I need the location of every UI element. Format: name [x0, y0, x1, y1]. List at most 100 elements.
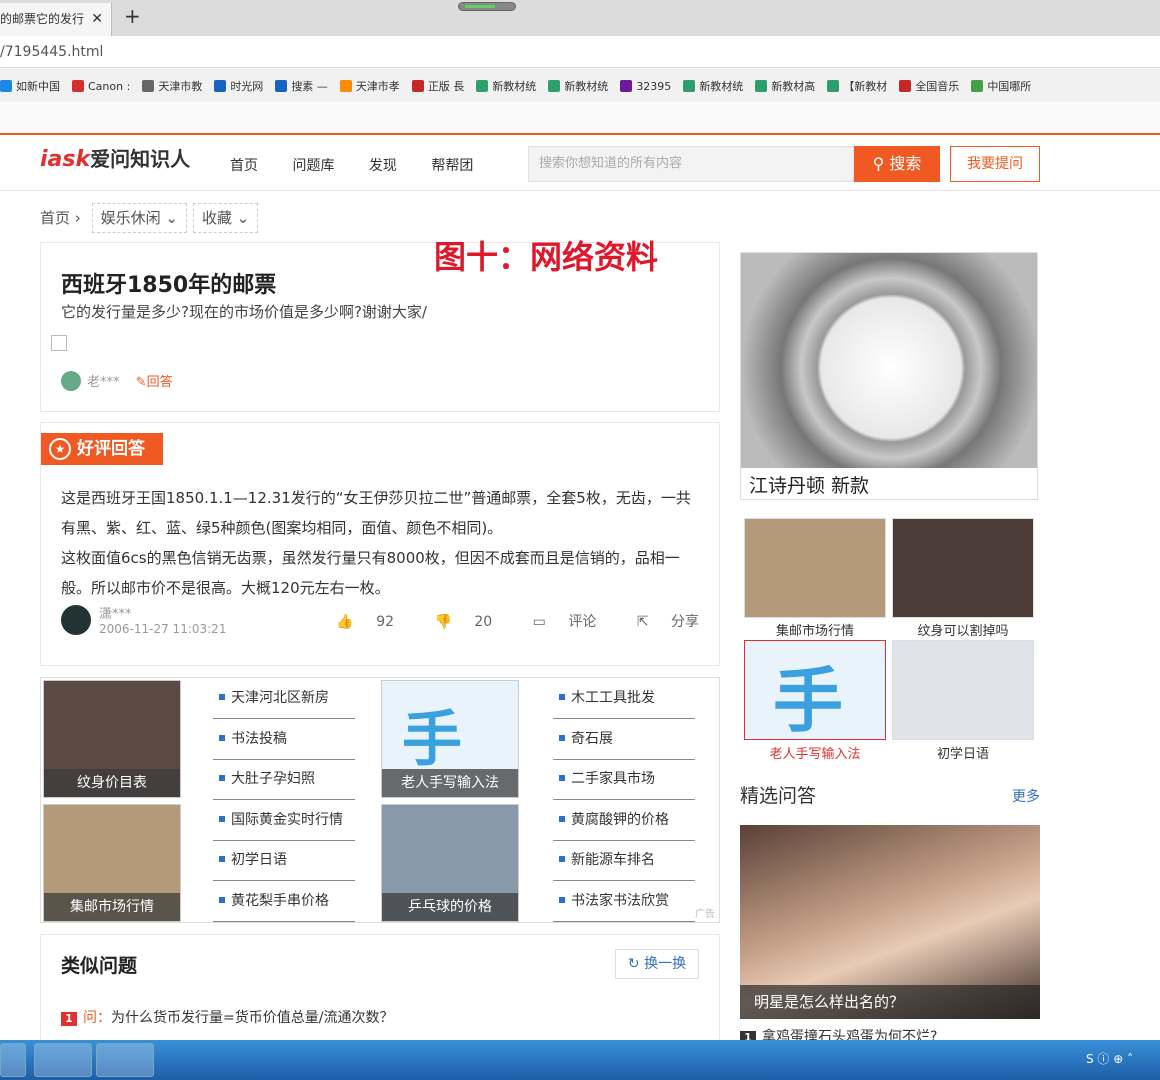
ad-link[interactable]: 书法家书法欣赏 — [553, 881, 695, 922]
bookmark-item[interactable]: 中国哪所 — [971, 72, 1031, 102]
chevron-right-icon: › — [74, 209, 81, 227]
answer-link[interactable]: ✎回答 — [136, 375, 173, 390]
similar-question-item[interactable]: 1 问：为什么货币发行量=货币价值总量/流通次数？ — [61, 1007, 393, 1027]
bookmark-icon — [0, 80, 12, 92]
ad-tag: 广告 — [695, 909, 715, 920]
bookmark-icon — [548, 80, 561, 92]
ad-link[interactable]: 书法投稿 — [213, 719, 355, 760]
nav-home[interactable]: 首页 — [230, 158, 258, 174]
bookmark-item[interactable]: 正版 長 — [411, 72, 464, 102]
sidebar-thumb[interactable] — [744, 518, 886, 618]
ad-link[interactable]: 国际黄金实时行情 — [213, 800, 355, 841]
ad-thumb[interactable]: 手老人手写输入法 — [381, 680, 519, 798]
ad-link[interactable]: 二手家具市场 — [553, 759, 695, 800]
bookmark-item[interactable]: 天津市孝 — [339, 72, 400, 102]
address-bar[interactable]: /7195445.html — [0, 36, 1160, 68]
close-tab-icon[interactable]: ✕ — [91, 3, 103, 36]
answer-paragraph: 这枚面值6cs的黑色信销无齿票，虽然发行量只有8000枚，但因不成套而且是信销的… — [61, 549, 680, 597]
featured-image[interactable]: 明星是怎么样出名的？ — [740, 825, 1040, 1019]
url-text: /7195445.html — [0, 44, 104, 60]
bookmark-item[interactable]: 时光网 — [214, 72, 263, 102]
sidebar-caption[interactable]: 纹身可以割掉吗 — [892, 620, 1034, 639]
avatar[interactable] — [61, 371, 81, 391]
pencil-icon: ✎ — [135, 375, 147, 390]
bookmark-item[interactable]: 新教材统 — [548, 72, 608, 102]
comment-button[interactable]: ▭ 评论 — [515, 614, 597, 630]
ad-link[interactable]: 黄腐酸钾的价格 — [553, 800, 695, 841]
search-input[interactable]: 搜索你想知道的所有内容 — [528, 146, 854, 182]
bookmark-icon — [755, 80, 768, 92]
sidebar-caption[interactable]: 初学日语 — [892, 743, 1034, 762]
ad-link[interactable]: 天津河北区新房 — [213, 678, 355, 719]
featured-caption: 明星是怎么样出名的？ — [740, 985, 1040, 1019]
bookmark-item[interactable]: 32395 — [620, 72, 671, 102]
chevron-down-icon: ⌄ — [236, 209, 250, 227]
ad-link[interactable]: 大肚子孕妇照 — [213, 759, 355, 800]
ad-link[interactable]: 新能源车排名 — [553, 840, 695, 881]
best-answer-badge: ★ 好评回答 — [41, 433, 163, 465]
ad-thumb[interactable]: 乒乓球的价格 — [381, 804, 519, 922]
bookmark-item[interactable]: 搜素 — — [275, 72, 328, 102]
browser-tab[interactable]: 的邮票它的发行 ✕ — [0, 3, 112, 36]
ad-link[interactable]: 奇石展 — [553, 719, 695, 760]
ad-link[interactable]: 初学日语 — [213, 840, 355, 881]
nav-discover[interactable]: 发现 — [369, 158, 397, 174]
answer-paragraph: 这是西班牙王国1850.1.1—12.31发行的“女王伊莎贝拉二世”普通邮票，全… — [61, 489, 691, 537]
broken-image-icon — [51, 335, 67, 351]
answer-actions: 👍 92 👎 20 ▭ 评论 ⇱ 分享 — [300, 611, 699, 631]
hand-logo: 手 — [402, 705, 462, 775]
nav-question-library[interactable]: 问题库 — [292, 158, 334, 174]
sidebar-caption[interactable]: 集邮市场行情 — [744, 620, 886, 639]
watch-caption: 江诗丹顿 新款 — [749, 475, 870, 497]
bookmark-item[interactable]: 天津市教 — [142, 72, 202, 102]
question-meta: 老*** ✎回答 — [61, 371, 173, 391]
bookmark-icon — [827, 80, 840, 92]
share-button[interactable]: ⇱ 分享 — [619, 614, 699, 630]
explorer-taskbar-icon[interactable] — [34, 1043, 92, 1077]
bookmark-item[interactable]: 如新中国 — [0, 72, 60, 102]
bookmark-item[interactable]: 新教材统 — [476, 72, 536, 102]
sidebar-thumb[interactable] — [892, 518, 1034, 618]
bookmark-item[interactable]: 全国音乐 — [899, 72, 959, 102]
sidebar-thumb[interactable] — [892, 640, 1034, 740]
site-logo[interactable]: iask爱问知识人 — [40, 143, 190, 172]
like-button[interactable]: 👍 92 — [318, 614, 394, 630]
bookmark-item[interactable]: 新教材统 — [683, 72, 743, 102]
watch-ad[interactable]: 江诗丹顿 新款 — [740, 252, 1038, 500]
bookmark-icon — [683, 80, 696, 92]
bookmark-item[interactable]: 【新教材 — [827, 72, 887, 102]
question-title: 西班牙1850年的邮票 — [61, 273, 277, 298]
start-button[interactable] — [0, 1043, 26, 1077]
more-link[interactable]: 更多 — [1012, 786, 1040, 806]
bookmark-icon — [72, 80, 84, 92]
bookmark-item[interactable]: 新教材高 — [755, 72, 815, 102]
browser-taskbar-icon[interactable] — [96, 1043, 154, 1077]
favorite-dropdown[interactable]: 收藏 ⌄ — [192, 203, 259, 233]
best-answer-panel: ★ 好评回答 这是西班牙王国1850.1.1—12.31发行的“女王伊莎贝拉二世”… — [40, 422, 720, 666]
breadcrumb-category[interactable]: 娱乐休闲 ⌄ — [91, 203, 187, 233]
search-icon: ⚲ — [872, 154, 890, 173]
loading-indicator — [458, 2, 516, 11]
search-button[interactable]: ⚲ 搜索 — [854, 146, 940, 182]
ad-thumb[interactable]: 纹身价目表 — [43, 680, 181, 798]
sidebar-thumb[interactable]: 手 — [744, 640, 886, 740]
refresh-button[interactable]: ↻ 换一换 — [615, 949, 699, 979]
ask-question-button[interactable]: 我要提问 — [950, 146, 1040, 182]
ad-thumb[interactable]: 集邮市场行情 — [43, 804, 181, 922]
breadcrumb: 首页 › 娱乐休闲 ⌄ 收藏 ⌄ — [40, 203, 259, 233]
asker-name[interactable]: 老*** — [87, 375, 120, 390]
dislike-button[interactable]: 👎 20 — [417, 614, 493, 630]
ad-link[interactable]: 黄花梨手串价格 — [213, 881, 355, 922]
system-tray[interactable]: S ⓘ ⊕ ˄ — [1086, 1050, 1133, 1067]
answerer-name[interactable]: 潇*** — [99, 603, 226, 622]
breadcrumb-home[interactable]: 首页 — [40, 209, 70, 227]
bookmark-icon — [620, 80, 633, 92]
new-tab-button[interactable]: + — [124, 4, 141, 28]
bookmark-icon — [142, 80, 155, 92]
tab-title: 的邮票它的发行 — [0, 12, 85, 26]
bookmark-item[interactable]: Canon : — [72, 72, 130, 102]
nav-help-group[interactable]: 帮帮团 — [431, 158, 473, 174]
sidebar-caption[interactable]: 老人手写输入法 — [744, 743, 886, 762]
avatar[interactable] — [61, 605, 91, 635]
ad-link[interactable]: 木工工具批发 — [553, 678, 695, 719]
